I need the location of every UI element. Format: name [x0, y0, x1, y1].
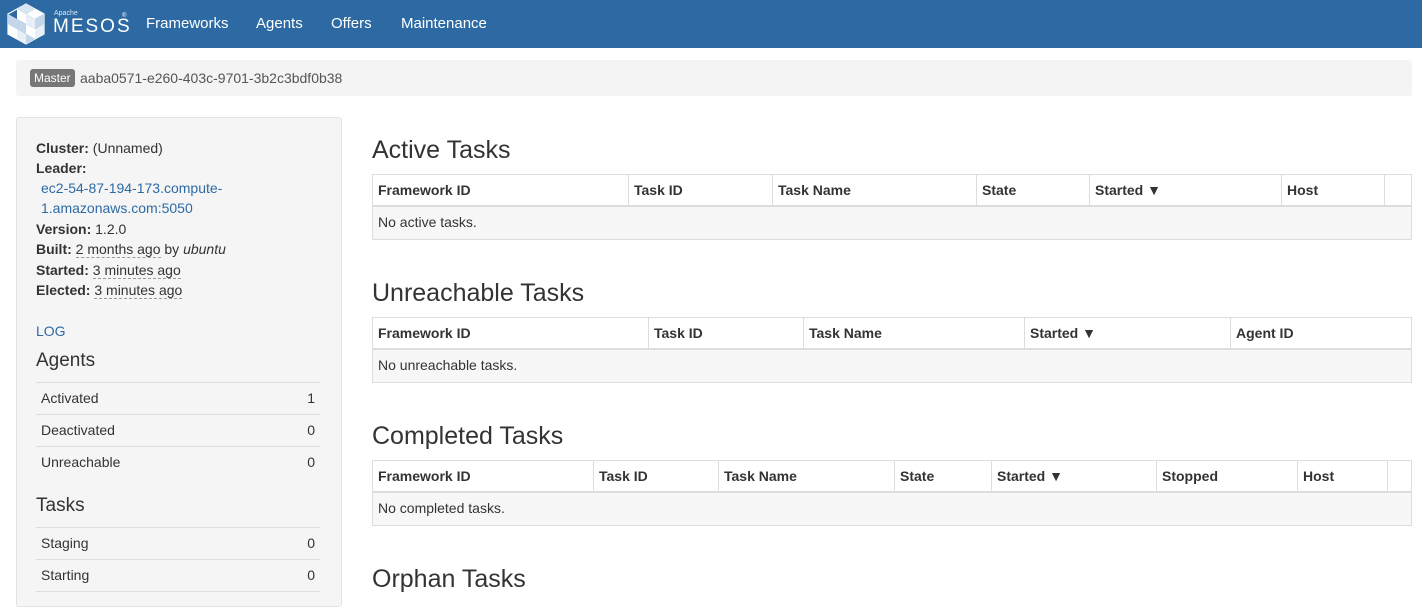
started-value: 3 minutes ago — [92, 262, 181, 279]
col-task-name[interactable]: Task Name — [719, 461, 895, 492]
elected-label: Elected: — [36, 282, 91, 298]
col-task-name[interactable]: Task Name — [773, 175, 977, 206]
built-user: ubuntu — [183, 241, 226, 257]
col-started[interactable]: Started ▼ — [1025, 318, 1231, 349]
empty-row: No active tasks. — [373, 207, 1411, 239]
table-header: Framework ID Task ID Task Name Started ▼… — [373, 318, 1411, 350]
agents-heading: Agents — [36, 350, 96, 371]
col-stopped[interactable]: Stopped — [1157, 461, 1298, 492]
leader-link[interactable]: ec2-54-87-194-173.compute- — [41, 180, 222, 196]
tasks-row-staging: Staging 0 — [36, 527, 320, 559]
row-value: 0 — [307, 454, 315, 470]
cluster-info: Cluster: (Unnamed) — [36, 138, 163, 158]
row-value: 0 — [307, 567, 315, 583]
agents-row-unreachable: Unreachable 0 — [36, 446, 320, 478]
row-label: Deactivated — [41, 422, 115, 438]
col-task-name[interactable]: Task Name — [804, 318, 1025, 349]
empty-row: No completed tasks. — [373, 493, 1411, 525]
cluster-value: (Unnamed) — [92, 140, 163, 156]
active-tasks-table: Framework ID Task ID Task Name State Sta… — [372, 174, 1412, 240]
completed-tasks-table: Framework ID Task ID Task Name State Sta… — [372, 460, 1412, 526]
master-badge: Master — [30, 69, 75, 87]
nav-maintenance[interactable]: Maintenance — [401, 15, 487, 32]
trademark-mark: ® — [122, 13, 127, 19]
brand-name: MESOS — [53, 16, 132, 37]
completed-tasks-title: Completed Tasks — [372, 422, 564, 450]
elected-info: Elected: 3 minutes ago — [36, 280, 183, 300]
version-label: Version: — [36, 221, 92, 237]
nav-offers[interactable]: Offers — [331, 15, 372, 32]
nav-agents[interactable]: Agents — [256, 15, 303, 32]
mesos-logo-icon — [7, 3, 45, 45]
table-header: Framework ID Task ID Task Name State Sta… — [373, 461, 1411, 493]
built-label: Built: — [36, 241, 72, 257]
built-value: 2 months ago — [75, 241, 161, 258]
cluster-label: Cluster: — [36, 140, 89, 156]
built-info: Built: 2 months ago by ubuntu — [36, 239, 226, 259]
col-task-id[interactable]: Task ID — [594, 461, 719, 492]
row-value: 0 — [307, 422, 315, 438]
version-value: 1.2.0 — [95, 221, 127, 237]
row-value: 1 — [307, 390, 315, 406]
leader-link-line1[interactable]: ec2-54-87-194-173.compute- — [41, 178, 222, 198]
version-info: Version: 1.2.0 — [36, 219, 126, 239]
master-banner: Master aaba0571-e260-403c-9701-3b2c3bdf0… — [16, 60, 1412, 96]
unreachable-tasks-table: Framework ID Task ID Task Name Started ▼… — [372, 317, 1412, 383]
col-task-id[interactable]: Task ID — [629, 175, 773, 206]
mesos-logo[interactable]: Apache MESOS ® — [4, 2, 132, 46]
built-by: by — [164, 241, 180, 257]
col-host[interactable]: Host — [1282, 175, 1385, 206]
col-state[interactable]: State — [895, 461, 992, 492]
row-divider — [36, 591, 320, 592]
log-link-line[interactable]: LOG — [36, 321, 66, 341]
unreachable-tasks-title: Unreachable Tasks — [372, 279, 585, 307]
started-label: Started: — [36, 262, 89, 278]
tasks-heading: Tasks — [36, 495, 85, 516]
col-started[interactable]: Started ▼ — [992, 461, 1157, 492]
tasks-row-starting: Starting 0 — [36, 559, 320, 591]
col-framework-id[interactable]: Framework ID — [373, 175, 629, 206]
empty-row: No unreachable tasks. — [373, 350, 1411, 382]
col-task-id[interactable]: Task ID — [649, 318, 804, 349]
col-started[interactable]: Started ▼ — [1090, 175, 1282, 206]
master-id: aaba0571-e260-403c-9701-3b2c3bdf0b38 — [80, 70, 343, 86]
leader-info: Leader: — [36, 158, 87, 178]
leader-link-line2[interactable]: 1.amazonaws.com:5050 — [41, 198, 193, 218]
agents-row-deactivated: Deactivated 0 — [36, 414, 320, 446]
col-host[interactable]: Host — [1298, 461, 1388, 492]
leader-link-cont[interactable]: 1.amazonaws.com:5050 — [41, 200, 193, 216]
active-tasks-title: Active Tasks — [372, 136, 511, 164]
row-value: 0 — [307, 535, 315, 551]
leader-label: Leader: — [36, 160, 87, 176]
col-agent-id[interactable]: Agent ID — [1231, 318, 1411, 349]
col-framework-id[interactable]: Framework ID — [373, 461, 594, 492]
row-label: Staging — [41, 535, 89, 551]
log-link[interactable]: LOG — [36, 323, 66, 339]
agents-row-activated: Activated 1 — [36, 382, 320, 414]
nav-frameworks[interactable]: Frameworks — [146, 15, 229, 32]
col-framework-id[interactable]: Framework ID — [373, 318, 649, 349]
row-label: Activated — [41, 390, 99, 406]
orphan-tasks-title: Orphan Tasks — [372, 565, 526, 593]
started-info: Started: 3 minutes ago — [36, 260, 181, 280]
row-label: Starting — [41, 567, 90, 583]
top-navbar: Apache MESOS ® Frameworks Agents Offers … — [0, 0, 1422, 48]
cluster-sidebar: Cluster: (Unnamed) Leader: ec2-54-87-194… — [16, 117, 342, 607]
row-label: Unreachable — [41, 454, 121, 470]
col-state[interactable]: State — [977, 175, 1090, 206]
table-header: Framework ID Task ID Task Name State Sta… — [373, 175, 1411, 207]
elected-value: 3 minutes ago — [94, 282, 183, 299]
